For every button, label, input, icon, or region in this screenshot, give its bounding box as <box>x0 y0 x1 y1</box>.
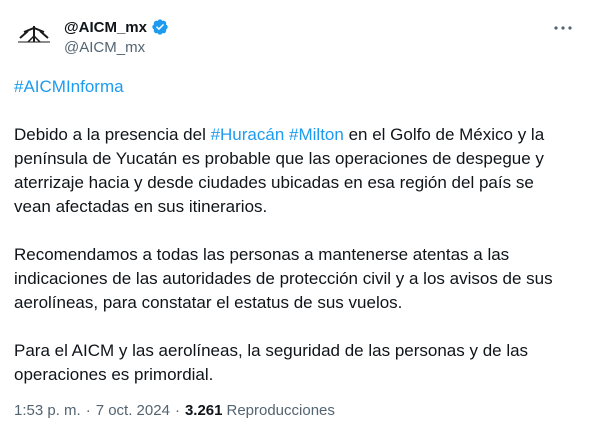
post-meta: 1:53 p. m. · 7 oct. 2024 · 3.261 Reprodu… <box>14 402 335 419</box>
aicm-logo-icon <box>18 26 50 43</box>
hashtag-link[interactable]: #Huracán <box>211 125 285 144</box>
headline-paragraph: #AICMInforma <box>14 75 564 99</box>
hashtag-link[interactable]: #Milton <box>289 125 344 144</box>
post-paragraph-2: Recomendamos a todas las personas a mant… <box>14 245 553 312</box>
post-body: #AICMInforma Debido a la presencia del #… <box>14 75 564 411</box>
avatar[interactable] <box>14 14 54 54</box>
paragraph-text: Debido a la presencia del <box>14 125 211 144</box>
post-header: @AICM_mx @AICM_mx <box>14 14 580 62</box>
more-options-button[interactable] <box>552 20 574 36</box>
post-paragraph-3: Para el AICM y las aerolíneas, la seguri… <box>14 341 529 384</box>
views-count[interactable]: 3.261 <box>185 402 223 419</box>
more-horizontal-icon <box>554 26 572 30</box>
handle[interactable]: @AICM_mx <box>64 39 169 56</box>
post-date[interactable]: 7 oct. 2024 <box>96 402 170 419</box>
separator-dot: · <box>85 402 91 419</box>
post-paragraph-1: Debido a la presencia del #Huracán #Milt… <box>14 123 564 219</box>
verified-badge-icon[interactable] <box>151 18 169 36</box>
hashtag-link[interactable]: #AICMInforma <box>14 77 124 96</box>
account-names: @AICM_mx @AICM_mx <box>64 17 169 56</box>
display-name[interactable]: @AICM_mx <box>64 19 147 36</box>
post-time[interactable]: 1:53 p. m. <box>14 402 81 419</box>
separator-dot: · <box>174 402 180 419</box>
views-label[interactable]: Reproducciones <box>226 402 334 419</box>
